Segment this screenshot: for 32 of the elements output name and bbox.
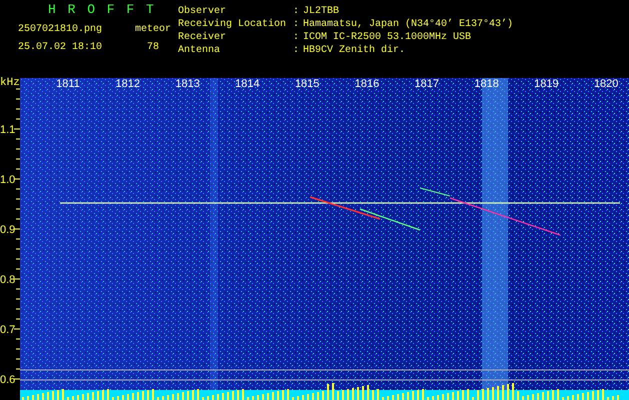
x-tick-label: 1811: [55, 79, 81, 90]
info-label: Antenna: [178, 45, 222, 57]
x-tick-label: 1814: [234, 79, 261, 90]
y-tick-label: 0.9: [0, 225, 16, 236]
info-label: Observer: [178, 6, 228, 18]
timestamp: 25.07.02 18:10: [18, 42, 104, 53]
axis-unit: kHz: [0, 78, 20, 89]
y-tick-label: 0.8: [0, 275, 16, 286]
x-tick-label: 1815: [294, 79, 320, 90]
x-tick-label: 1820: [592, 79, 620, 90]
y-tick-label: 0.6: [0, 375, 16, 386]
file-name: 2507021810.png: [18, 24, 104, 35]
y-tick-label: 0.7: [0, 325, 16, 336]
x-tick-label: 1817: [414, 79, 440, 90]
info-value: ICOM IC-R2500 53.1000MHz USB: [303, 32, 472, 44]
separator: :: [293, 32, 300, 44]
x-tick-label: 1819: [533, 79, 560, 90]
info-value: Hamamatsu, Japan (N34°40’ E137°43’): [303, 19, 514, 31]
separator: :: [293, 6, 300, 18]
x-tick-label: 1813: [174, 79, 201, 90]
info-label: Receiver: [178, 32, 228, 44]
info-value: JL2TBB: [303, 6, 340, 18]
separator: :: [293, 45, 300, 57]
info-label: Receiving Location: [178, 19, 288, 31]
x-tick-label: 1818: [473, 79, 500, 90]
y-tick-label: 1.0: [0, 175, 16, 186]
y-tick-label: 1.1: [0, 125, 16, 136]
separator: :: [293, 19, 300, 31]
x-tick-label: 1816: [354, 79, 380, 90]
info-value: HB9CV Zenith dir.: [303, 45, 406, 57]
mode-label: meteor: [134, 24, 172, 35]
x-tick-label: 1812: [114, 79, 142, 90]
